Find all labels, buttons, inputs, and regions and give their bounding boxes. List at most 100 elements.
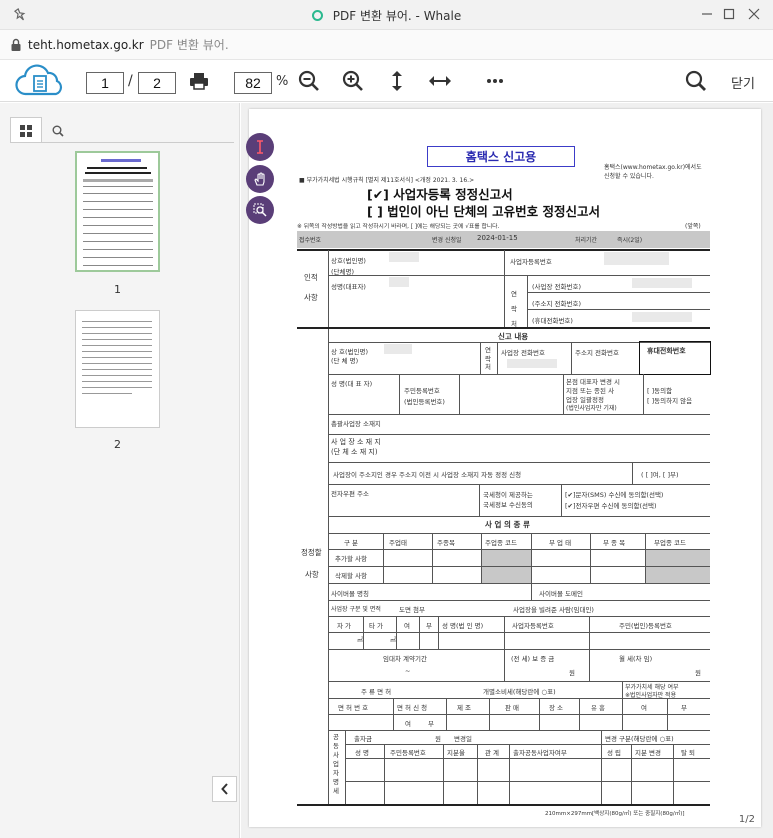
text-select-tool-button[interactable] xyxy=(246,133,274,161)
rule xyxy=(489,698,490,730)
close-viewer-button[interactable]: 닫기 xyxy=(731,73,755,92)
rule xyxy=(438,616,439,649)
rule xyxy=(328,462,710,463)
resident-no-label: 주민등록번호 xyxy=(404,387,440,395)
lease-period-label: 임대차 계약기간 xyxy=(383,655,427,663)
close-window-button[interactable] xyxy=(744,4,764,24)
license-no-label: 면 허 번 호 xyxy=(338,704,369,712)
rule xyxy=(539,698,540,730)
page-indicator: 1/2 xyxy=(738,814,755,825)
rule xyxy=(399,374,400,414)
addr-phone2-label: 주소지 전화번호 xyxy=(575,349,619,357)
rule xyxy=(363,616,364,649)
res-col: 주민등록번호 xyxy=(390,749,426,757)
rule xyxy=(477,744,478,804)
contact-label: 연락처 xyxy=(511,290,517,328)
correction-label-1: 정정할 xyxy=(301,548,322,557)
tab-thumbnails[interactable] xyxy=(10,117,42,143)
minimize-button[interactable] xyxy=(697,4,717,24)
rule xyxy=(509,744,510,804)
text-cursor-icon xyxy=(257,140,263,154)
biz-location-label: 사 업 장 소 재 지 xyxy=(331,438,381,446)
print-button[interactable] xyxy=(187,69,211,93)
fit-height-button[interactable] xyxy=(385,69,409,93)
cloud-document-logo-icon xyxy=(15,64,63,96)
row-add-label: 추가할 사항 xyxy=(335,555,367,563)
rule xyxy=(328,434,710,435)
print-icon xyxy=(190,73,208,90)
minimize-icon xyxy=(702,13,712,15)
thumbnail-page-1[interactable] xyxy=(75,151,160,272)
period-value: 즉시(2일) xyxy=(617,237,643,244)
pdf-page-1: 홈택스 신고용 홈택스(www.hometax.go.kr)에서도 신청할 수 … xyxy=(249,109,761,827)
agree-option: [ ]동의함 xyxy=(647,387,673,395)
identity-label-2: 사항 xyxy=(304,293,318,302)
contact2-label: 연락처 xyxy=(485,346,491,371)
rule xyxy=(667,698,668,730)
thumbnail-page-2[interactable] xyxy=(75,310,160,428)
maximize-button[interactable] xyxy=(719,4,739,24)
trade-name-label: 상호(법인명) xyxy=(331,257,366,265)
rule xyxy=(631,744,632,804)
sidebar-divider xyxy=(10,142,234,143)
zoom-in-button[interactable] xyxy=(341,69,365,93)
whale-status-icon xyxy=(311,9,323,21)
receipt-no-label: 접수번호 xyxy=(299,237,322,244)
horizontal-arrows-icon xyxy=(429,76,451,86)
excise-label: 개별소비세(해당란에 ○표) xyxy=(483,688,556,696)
fit-width-button[interactable] xyxy=(428,69,452,93)
share-col: 지분율 xyxy=(447,749,465,757)
hand-tool-button[interactable] xyxy=(246,165,274,193)
zoom-out-button[interactable] xyxy=(297,69,321,93)
window-title-area: PDF 변환 뷰어. - Whale xyxy=(0,0,773,30)
cyber-name-label: 사이버몰 명칭 xyxy=(331,590,369,598)
report-content-heading: 신고 내용 xyxy=(498,332,529,341)
rule xyxy=(504,616,505,649)
rule xyxy=(479,484,480,516)
vat-no-label: 부 xyxy=(681,704,687,712)
cyber-domain-label: 사이버몰 도메인 xyxy=(539,590,583,598)
change-date-label: 변경일 xyxy=(454,735,472,743)
rule xyxy=(345,781,710,782)
rule xyxy=(601,730,602,804)
zoom-area-tool-button[interactable] xyxy=(246,196,274,224)
search-icon xyxy=(685,70,706,91)
apply-no-label: 부 xyxy=(428,720,434,728)
entertain-label: 유 흥 xyxy=(591,704,606,712)
search-button[interactable] xyxy=(684,69,708,93)
rule xyxy=(459,374,460,414)
address-host: teht.hometax.go.kr xyxy=(28,37,144,52)
document-viewer[interactable]: 홈택스 신고용 홈택스(www.hometax.go.kr)에서도 신청할 수 … xyxy=(241,103,773,838)
more-options-button[interactable] xyxy=(483,69,507,93)
address-bar[interactable]: teht.hometax.go.kr PDF 변환 뷰어. xyxy=(0,30,773,60)
tab-search[interactable] xyxy=(42,117,74,143)
self-owned-label: 자 가 xyxy=(337,622,352,630)
total-pages-box: 2 xyxy=(138,72,176,94)
manufacture-label: 제 조 xyxy=(457,704,472,712)
biz-type-heading: 사 업 의 종 류 xyxy=(485,520,530,529)
current-page-input[interactable] xyxy=(86,72,124,94)
rule xyxy=(432,533,433,583)
capital-label: 출자금 xyxy=(354,735,372,743)
redacted-field xyxy=(389,277,409,287)
redacted-field xyxy=(632,278,692,288)
rep-label: 성 명(대 표 자) xyxy=(331,380,373,388)
zoom-input[interactable] xyxy=(234,72,272,94)
rule xyxy=(328,714,710,715)
collapse-sidebar-button[interactable] xyxy=(212,776,237,802)
rule xyxy=(328,533,710,534)
rule xyxy=(527,275,528,327)
deposit-label: (전 세) 보 증 금 xyxy=(511,655,555,663)
col-main-code: 주업종 코드 xyxy=(485,539,517,547)
rule xyxy=(328,275,710,276)
rule xyxy=(504,649,505,681)
head-office-label: 총괄사업장 소재지 xyxy=(331,420,381,428)
apply-yes-label: 여 xyxy=(405,720,411,728)
sale-label: 판 매 xyxy=(505,704,520,712)
correction-label-2: 사항 xyxy=(305,570,319,579)
col-main-type: 주업태 xyxy=(389,539,407,547)
name-col: 성 명 xyxy=(355,749,370,757)
addr-change-label: 사업장이 주소지인 경우 주소지 이전 시 사업장 소재지 자동 정정 신청 xyxy=(333,471,522,479)
rule xyxy=(419,616,420,649)
rule xyxy=(328,374,639,375)
